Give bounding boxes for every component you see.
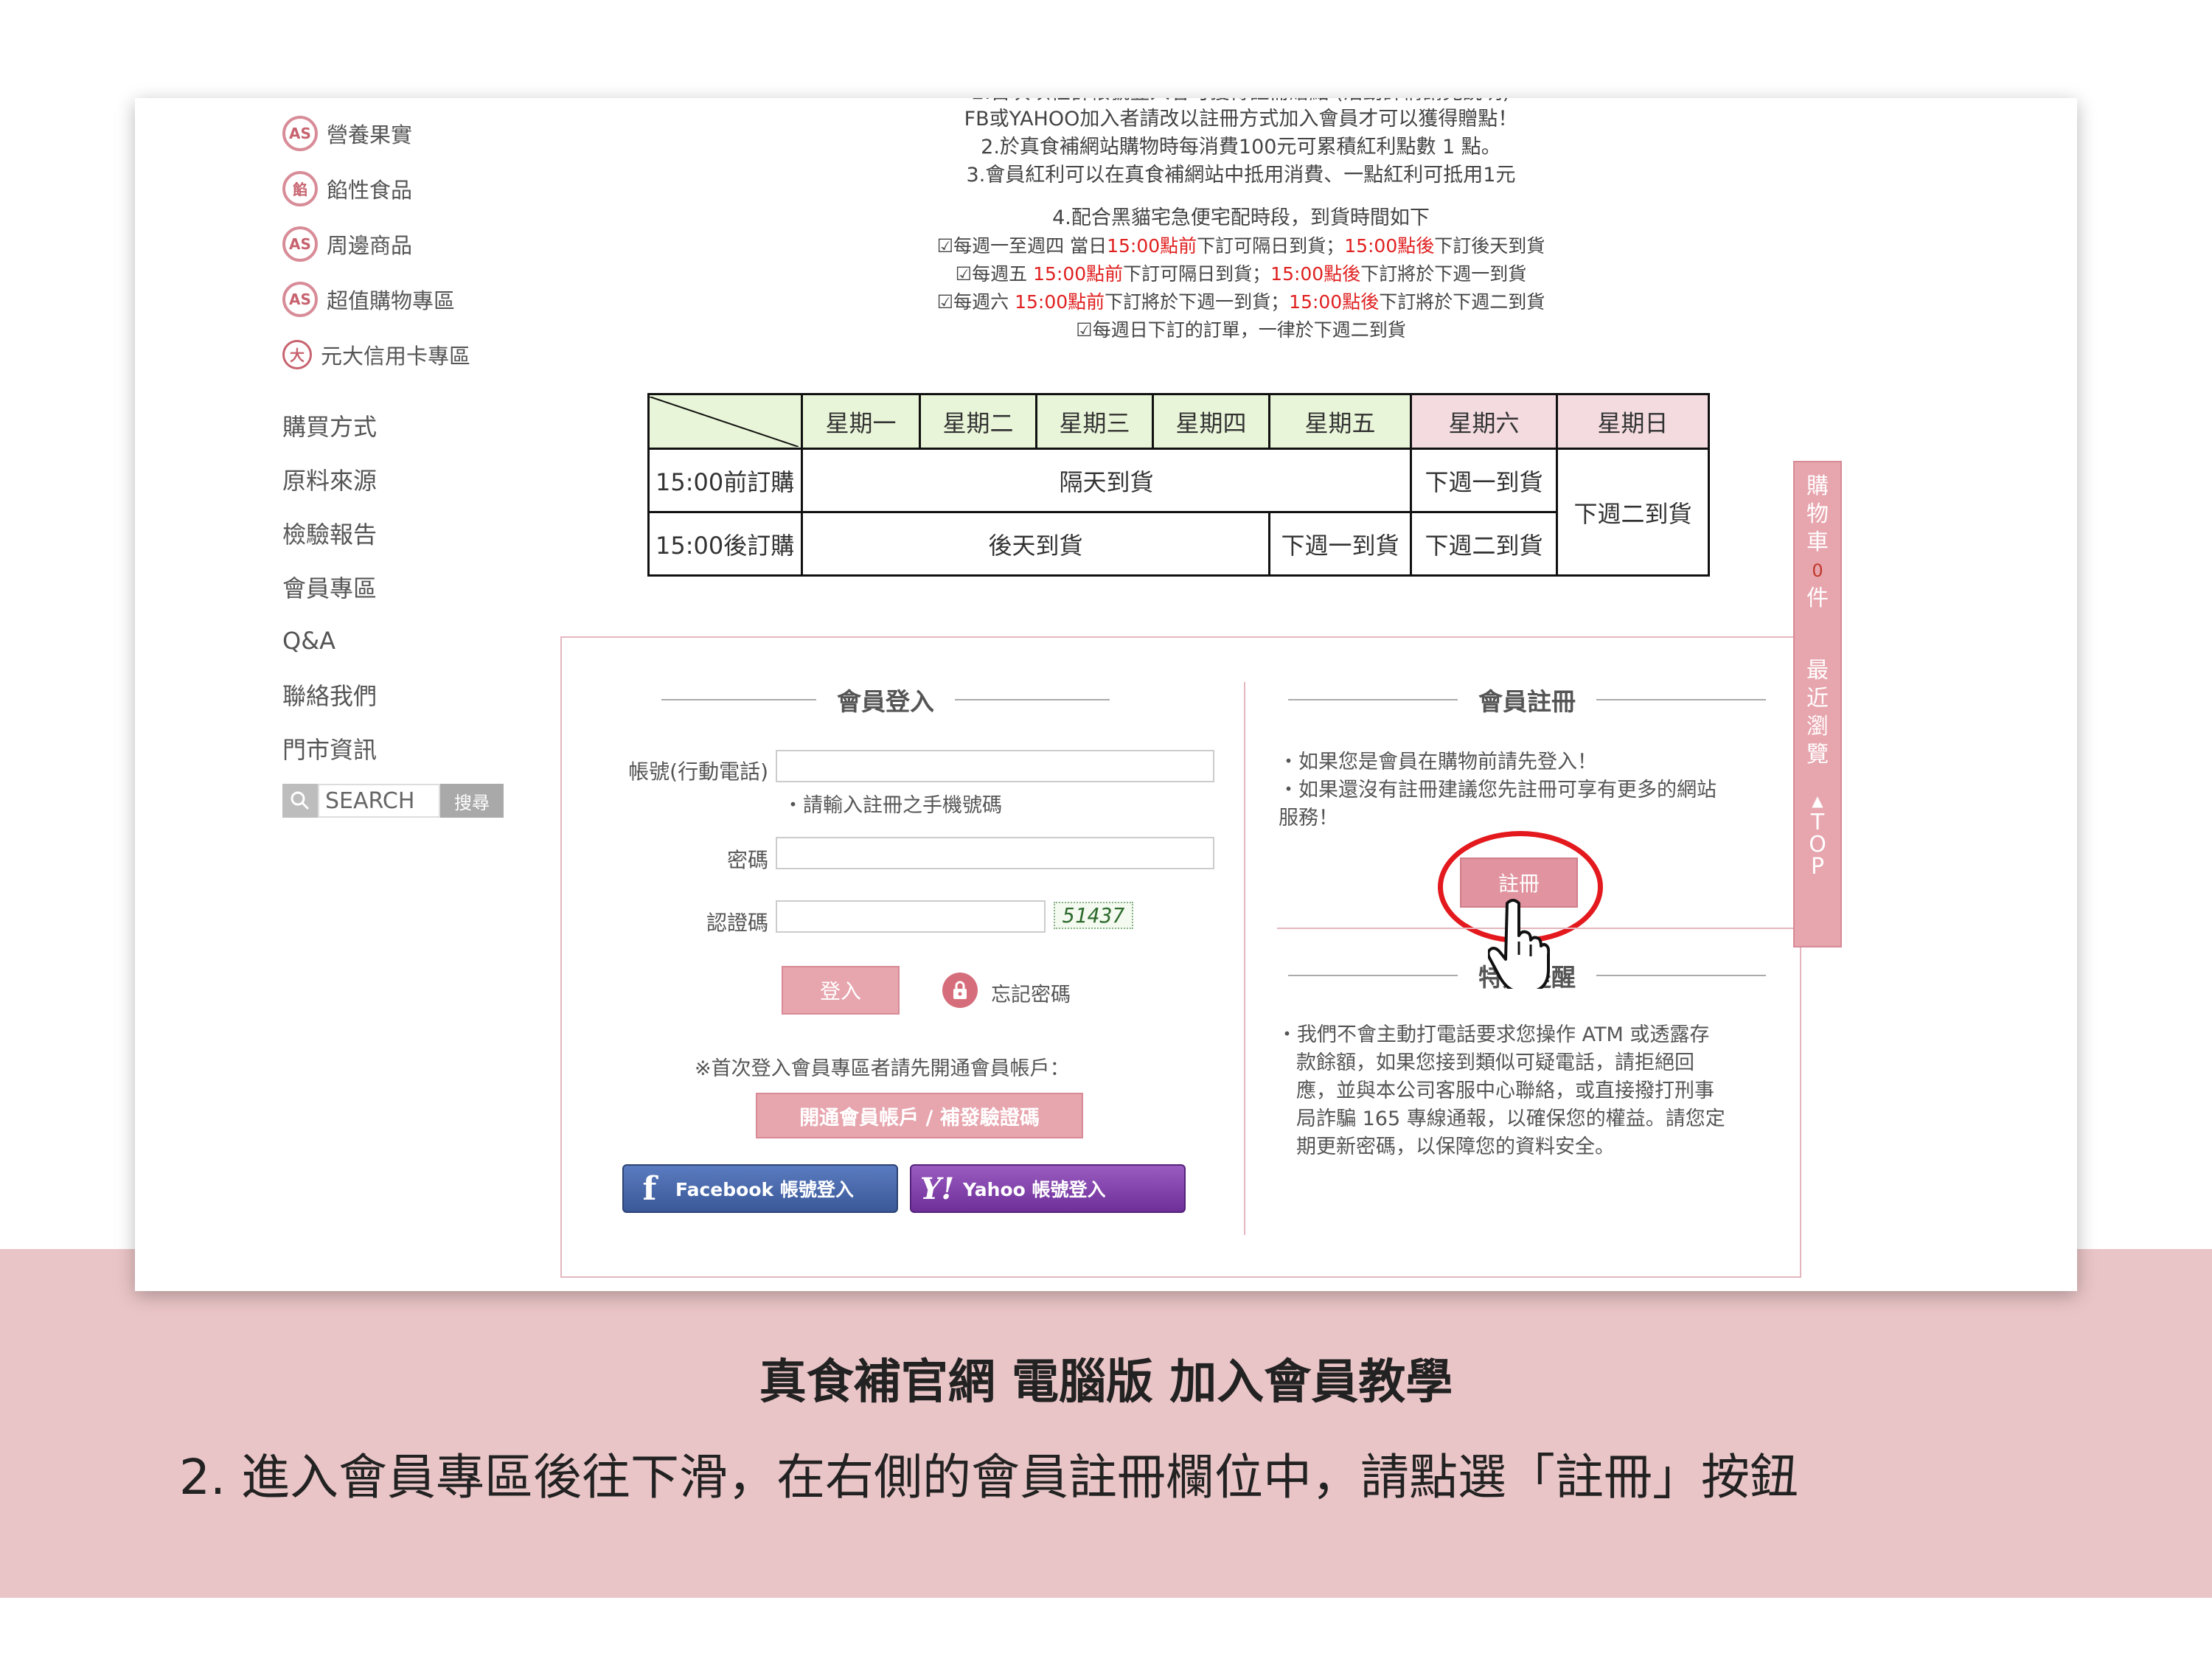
bank-logo-icon: 大 [282,339,312,369]
delivery-rule: ☑每週日下訂的訂單，一律於下週二到貨 [1076,319,1406,341]
lock-icon[interactable] [942,973,978,1008]
table-cell: 下週一到貨 [1410,448,1558,513]
delivery-rule: ☑每週一至週四 當日15:00點前下訂可隔日到貨；15:00點後下訂後天到貨 [936,235,1545,257]
password-label: 密碼 [726,848,768,872]
table-cell: 隔天到貨 [801,448,1412,513]
cart-count: 0 [1812,560,1823,581]
table-row-header: 15:00前訂購 [647,448,803,513]
sidebar-item-label: 周邊商品 [327,232,413,258]
search-icon [282,784,318,818]
table-header-day: 星期六 [1410,393,1558,450]
table-cell: 下週一到貨 [1268,511,1412,577]
sidebar-link-ingredients[interactable]: 原料來源 [282,452,548,506]
login-section-title: 會員登入 [661,682,1110,717]
info-line: 3.會員紅利可以在真食補網站中抵用消費、一點紅利可抵用1元 [966,164,1516,187]
security-notice: ・我們不會主動打電話要求您操作 ATM 或透露存 款餘額，如果您接到類似可疑電話… [1277,1023,1725,1158]
info-line: 4.配合黑貓宅急便宅配時段，到貨時間如下 [1052,206,1430,229]
captcha-input[interactable] [776,900,1046,933]
caption-band [0,1249,2212,1598]
table-header-day: 星期二 [919,393,1037,450]
arrow-up-icon: ▲ [1812,792,1823,810]
table-cell: 下週二到貨 [1556,448,1710,577]
captcha-image: 51437 [1054,902,1134,929]
password-input[interactable] [776,837,1214,869]
table-header-day: 星期一 [801,393,921,450]
table-header-day: 星期三 [1035,393,1154,450]
search-bar: SEARCH 搜尋 [282,784,548,818]
yahoo-icon: Y! [919,1171,955,1206]
sidebar-link-contact[interactable]: 聯絡我們 [282,667,548,721]
sidebar-link-purchase[interactable]: 購買方式 [282,398,548,452]
sidebar-link-member[interactable]: 會員專區 [282,560,548,613]
sidebar-item-category[interactable]: 大 元大信用卡專區 [282,327,548,382]
table-cell: 後天到貨 [801,511,1270,577]
info-line-cut: 2.首次以社群帳號登入者可獲得註冊贈點 (活動詳情請見說明) [651,98,1831,105]
sidebar-item-category[interactable]: 餡 餡性食品 [282,161,548,216]
brand-logo-icon: 餡 [282,170,318,206]
facebook-login-button[interactable]: f Facebook 帳號登入 [622,1164,898,1213]
sidebar-item-label: 營養果實 [327,122,413,147]
table-header-day: 星期日 [1556,393,1710,450]
activate-account-button[interactable]: 開通會員帳戶 / 補發驗證碼 [756,1093,1083,1138]
delivery-rule: ☑每週五 15:00點前下訂可隔日到貨；15:00點後下訂將於下週一到貨 [955,263,1527,285]
member-info-text: 2.首次以社群帳號登入者可獲得註冊贈點 (活動詳情請見說明) FB或YAHOO加… [651,98,1831,344]
table-header-day: 星期四 [1152,393,1270,450]
yahoo-login-button[interactable]: Y! Yahoo 帳號登入 [910,1164,1186,1213]
login-button[interactable]: 登入 [782,966,900,1015]
info-line: FB或YAHOO加入者請改以註冊方式加入會員才可以獲得贈點！ [964,108,1518,131]
table-cell: 下週二到貨 [1410,511,1558,577]
sidebar-item-label: 超值購物專區 [327,288,456,313]
sidebar-item-category[interactable]: AS 超值購物專區 [282,271,548,327]
sidebar-item-label: 餡性食品 [327,177,413,203]
brand-logo-icon: AS [282,115,318,151]
delivery-schedule-table: 星期一 星期二 星期三 星期四 星期五 星期六 星期日 15:00前訂購 隔天到… [647,393,1710,577]
caption-step: 2. 進入會員專區後往下滑，在右側的會員註冊欄位中，請點選「註冊」按鈕 [179,1449,1798,1506]
account-input[interactable] [776,750,1214,782]
sidebar-item-category[interactable]: AS 營養果實 [282,105,548,161]
pointer-hand-icon [1488,899,1550,989]
brand-logo-icon: AS [282,281,318,317]
tutorial-slide: AS 營養果實 餡 餡性食品 AS 周邊商品 AS 超值購物專區 大 元大信用卡… [0,0,2212,1659]
back-to-top-link[interactable]: ▲ T O P [1809,790,1826,878]
captcha-label: 認證碼 [706,911,768,935]
register-intro: ・如果您是會員在購物前請先登入！ ・如果還沒有註冊建議您先註冊可享有更多的網站 … [1279,751,1717,830]
member-panel: 會員登入 帳號(行動電話) ・請輸入註冊之手機號碼 密碼 認證碼 51437 登… [560,636,1801,1278]
search-input[interactable]: SEARCH [318,784,440,818]
section-divider [1244,682,1245,1235]
register-section-title: 會員註冊 [1288,682,1766,717]
brand-logo-icon: AS [282,226,318,262]
floating-side-tab: 購 物 車 0 件 最 近 瀏 覽 ▲ T O P [1793,461,1842,947]
cart-link[interactable]: 購 物 車 0 件 [1806,473,1829,613]
sidebar-item-category[interactable]: AS 周邊商品 [282,216,548,271]
sidebar-item-label: 元大信用卡專區 [321,343,471,369]
table-corner-cell [647,393,803,450]
website-screenshot: AS 營養果實 餡 餡性食品 AS 周邊商品 AS 超值購物專區 大 元大信用卡… [135,98,2077,1291]
sidebar-link-faq[interactable]: Q&A [282,613,548,667]
forgot-password-link[interactable]: 忘記密碼 [991,978,1071,1007]
recent-viewed-link[interactable]: 最 近 瀏 覽 [1806,657,1829,769]
sidebar: AS 營養果實 餡 餡性食品 AS 周邊商品 AS 超值購物專區 大 元大信用卡… [282,105,548,818]
delivery-rule: ☑每週六 15:00點前下訂將於下週一到貨；15:00點後下訂將於下週二到貨 [936,291,1545,313]
search-button[interactable]: 搜尋 [440,784,504,818]
caption-title: 真食補官網 電腦版 加入會員教學 [759,1355,1453,1410]
account-hint: ・請輸入註冊之手機號碼 [783,794,1002,817]
table-row-header: 15:00後訂購 [647,511,803,577]
first-login-note: ※首次登入會員專區者請先開通會員帳戶： [695,1057,1070,1080]
sidebar-link-reports[interactable]: 檢驗報告 [282,506,548,560]
account-label: 帳號(行動電話) [628,759,768,784]
sidebar-link-stores[interactable]: 門市資訊 [282,721,548,775]
table-header-day: 星期五 [1268,393,1412,450]
info-line: 2.於真食補網站購物時每消費100元可累積紅利點數 1 點。 [981,136,1501,159]
facebook-icon: f [642,1169,657,1208]
